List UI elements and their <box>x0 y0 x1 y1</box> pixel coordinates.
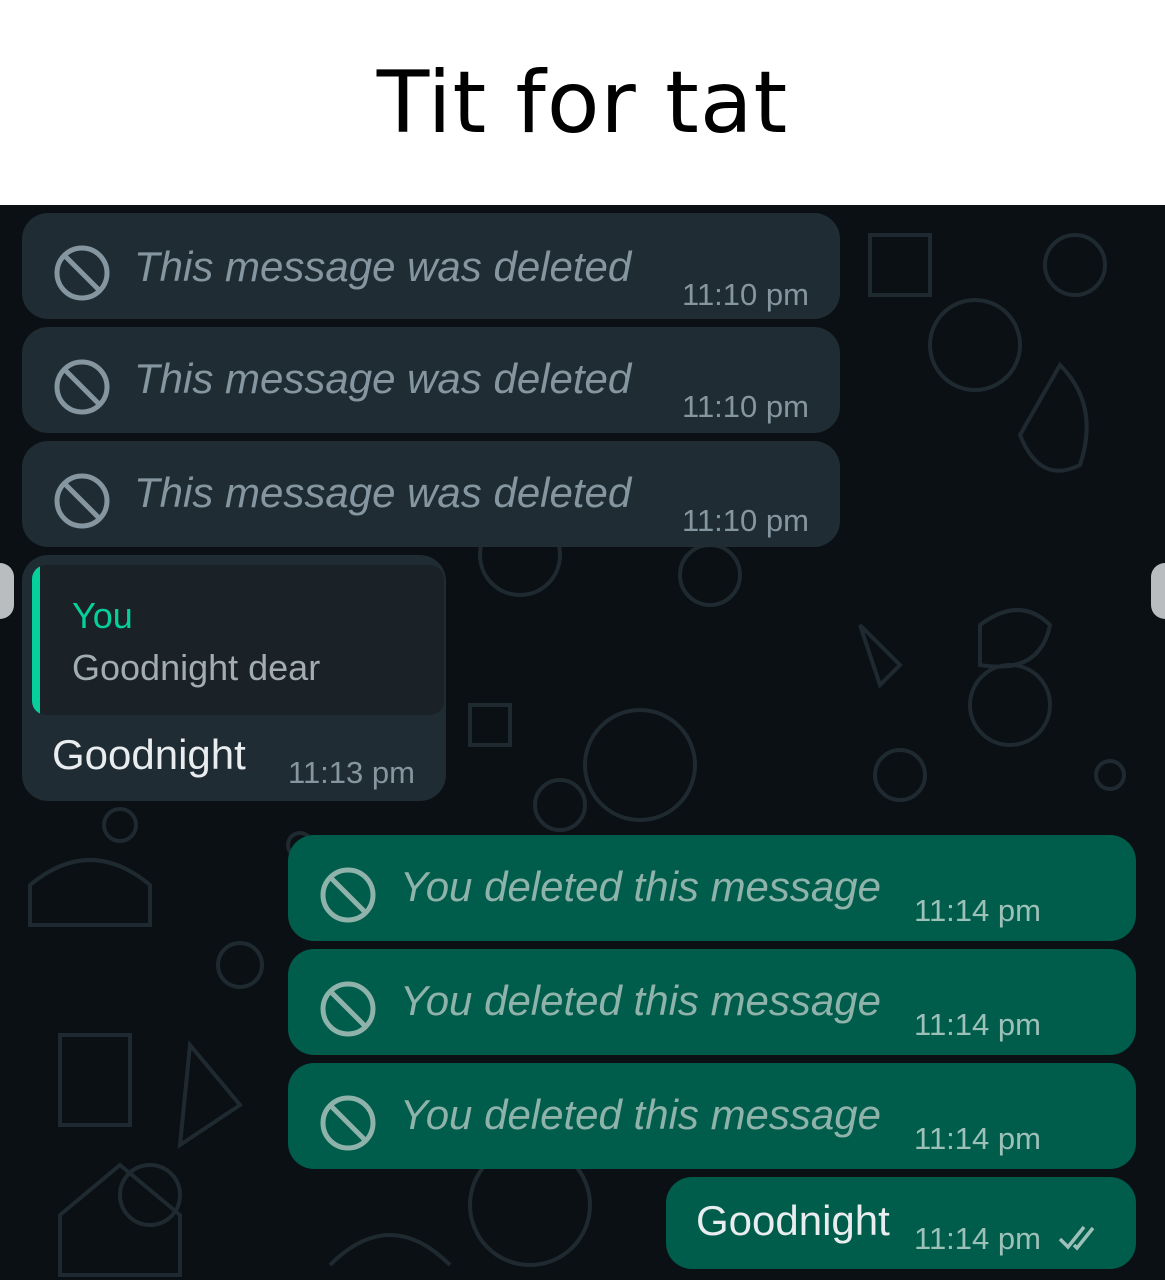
incoming-deleted-message[interactable]: This message was deleted 11:10 pm <box>22 213 840 319</box>
message-time: 11:13 pm <box>288 755 415 790</box>
quote-author: You <box>72 595 133 636</box>
ban-icon <box>54 473 110 529</box>
quote-text: Goodnight dear <box>72 647 321 688</box>
ban-icon <box>320 867 376 923</box>
outgoing-deleted-message[interactable]: You deleted this message 11:14 pm <box>288 835 1136 941</box>
incoming-deleted-message[interactable]: This message was deleted 11:10 pm <box>22 441 840 547</box>
chat-screenshot: This message was deleted 11:10 pm This m… <box>0 205 1165 1280</box>
double-check-icon <box>1058 1225 1095 1251</box>
incoming-deleted-message[interactable]: This message was deleted 11:10 pm <box>22 327 840 433</box>
ban-icon <box>54 359 110 415</box>
deleted-message-text: You deleted this message <box>400 977 881 1024</box>
ban-icon <box>54 245 110 301</box>
deleted-message-text: This message was deleted <box>134 355 632 402</box>
deleted-message-text: This message was deleted <box>134 469 632 516</box>
message-text: Goodnight <box>696 1197 890 1244</box>
deleted-message-text: You deleted this message <box>400 863 881 910</box>
outgoing-deleted-message[interactable]: You deleted this message 11:14 pm <box>288 1063 1136 1169</box>
ban-icon <box>320 981 376 1037</box>
quoted-message[interactable]: You Goodnight dear <box>32 565 444 715</box>
outgoing-deleted-message[interactable]: You deleted this message 11:14 pm <box>288 949 1136 1055</box>
right-scroll-handle[interactable] <box>1151 563 1165 619</box>
message-time: 11:14 pm <box>914 1007 1041 1042</box>
message-text: Goodnight <box>52 731 246 778</box>
message-time: 11:10 pm <box>682 389 809 424</box>
message-time: 11:14 pm <box>914 1121 1041 1156</box>
outgoing-message[interactable]: Goodnight 11:14 pm <box>666 1177 1136 1269</box>
meme-caption: Tit for tat <box>0 0 1165 205</box>
message-time: 11:10 pm <box>682 503 809 538</box>
caption-title: Tit for tat <box>376 52 789 153</box>
message-time: 11:10 pm <box>682 277 809 312</box>
left-scroll-handle[interactable] <box>0 563 14 619</box>
quote-accent-bar <box>32 565 40 715</box>
incoming-reply-message[interactable]: You Goodnight dear Goodnight 11:13 pm <box>22 555 446 801</box>
deleted-message-text: This message was deleted <box>134 243 632 290</box>
message-time: 11:14 pm <box>914 893 1041 928</box>
message-time: 11:14 pm <box>914 1221 1041 1256</box>
ban-icon <box>320 1095 376 1151</box>
deleted-message-text: You deleted this message <box>400 1091 881 1138</box>
